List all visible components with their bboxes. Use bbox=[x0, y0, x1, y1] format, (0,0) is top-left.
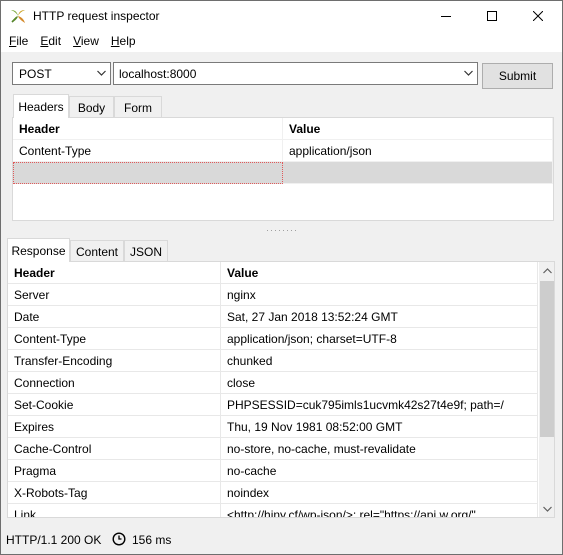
header-value-cell: chunked bbox=[221, 350, 538, 372]
header-value-cell: noindex bbox=[221, 482, 538, 504]
minimize-button[interactable] bbox=[423, 1, 469, 31]
header-name-cell: Expires bbox=[8, 416, 221, 438]
header-value-cell: PHPSESSID=cuk795imls1ucvmk42s27t4e9f; pa… bbox=[221, 394, 538, 416]
window-title: HTTP request inspector bbox=[33, 9, 160, 23]
table-row[interactable]: Transfer-Encoding chunked bbox=[8, 350, 538, 372]
column-header-header[interactable]: Header bbox=[8, 262, 221, 284]
maximize-icon bbox=[487, 11, 497, 21]
title-bar[interactable]: HTTP request inspector bbox=[1, 1, 562, 31]
header-value-cell: no-cache bbox=[221, 460, 538, 482]
header-name-cell: X-Robots-Tag bbox=[8, 482, 221, 504]
close-icon bbox=[533, 11, 543, 21]
menu-view[interactable]: View bbox=[67, 31, 105, 52]
header-name-cell[interactable] bbox=[13, 162, 283, 184]
splitter-handle[interactable] bbox=[266, 229, 298, 233]
url-value: localhost:8000 bbox=[119, 67, 197, 81]
chevron-up-icon bbox=[542, 267, 552, 273]
table-row[interactable]: Date Sat, 27 Jan 2018 13:52:24 GMT bbox=[8, 306, 538, 328]
tab-content[interactable]: Content bbox=[70, 240, 124, 262]
tab-json[interactable]: JSON bbox=[124, 240, 168, 262]
header-name-cell: Server bbox=[8, 284, 221, 306]
header-value-cell: no-store, no-cache, must-revalidate bbox=[221, 438, 538, 460]
table-header-row: Header Value bbox=[8, 262, 538, 284]
header-value-cell: nginx bbox=[221, 284, 538, 306]
header-name-cell: Pragma bbox=[8, 460, 221, 482]
elapsed-time: 156 ms bbox=[132, 533, 172, 547]
status-bar: HTTP/1.1 200 OK 156 ms bbox=[1, 528, 562, 554]
chevron-down-icon bbox=[97, 70, 106, 76]
header-name-cell: Transfer-Encoding bbox=[8, 350, 221, 372]
minimize-icon bbox=[441, 16, 451, 17]
method-select[interactable]: POST bbox=[12, 62, 111, 85]
vertical-scrollbar[interactable] bbox=[539, 262, 554, 517]
menu-help[interactable]: Help bbox=[105, 31, 142, 52]
url-input[interactable]: localhost:8000 bbox=[113, 62, 478, 85]
header-name-cell: Link bbox=[8, 504, 221, 517]
table-row-new[interactable] bbox=[13, 162, 553, 184]
table-row[interactable]: Server nginx bbox=[8, 284, 538, 306]
maximize-button[interactable] bbox=[469, 1, 515, 31]
header-value-cell: Thu, 19 Nov 1981 08:52:00 GMT bbox=[221, 416, 538, 438]
table-row[interactable]: Expires Thu, 19 Nov 1981 08:52:00 GMT bbox=[8, 416, 538, 438]
table-row[interactable]: Link <http://hiny.cf/wp-json/>; rel="htt… bbox=[8, 504, 538, 517]
scroll-down-button[interactable] bbox=[539, 500, 554, 517]
menu-bar: File Edit View Help bbox=[1, 31, 562, 52]
column-header-value[interactable]: Value bbox=[283, 118, 553, 140]
header-value-cell[interactable] bbox=[283, 162, 553, 184]
tab-response[interactable]: Response bbox=[7, 238, 70, 262]
header-value-cell: close bbox=[221, 372, 538, 394]
header-name-cell[interactable]: Content-Type bbox=[13, 140, 283, 162]
tab-form[interactable]: Form bbox=[114, 96, 162, 118]
header-name-cell: Cache-Control bbox=[8, 438, 221, 460]
column-header-value[interactable]: Value bbox=[221, 262, 538, 284]
close-button[interactable] bbox=[515, 1, 561, 31]
header-value-cell: Sat, 27 Jan 2018 13:52:24 GMT bbox=[221, 306, 538, 328]
header-value-cell[interactable]: application/json bbox=[283, 140, 553, 162]
app-icon bbox=[11, 10, 25, 23]
table-row[interactable]: X-Robots-Tag noindex bbox=[8, 482, 538, 504]
app-window: HTTP request inspector File Edit View He… bbox=[0, 0, 563, 555]
header-value-cell: <http://hiny.cf/wp-json/>; rel="https://… bbox=[221, 504, 538, 517]
submit-button[interactable]: Submit bbox=[482, 63, 553, 89]
header-value-cell: application/json; charset=UTF-8 bbox=[221, 328, 538, 350]
header-name-cell: Set-Cookie bbox=[8, 394, 221, 416]
table-header-row: Header Value bbox=[13, 118, 553, 140]
menu-edit[interactable]: Edit bbox=[34, 31, 67, 52]
table-row[interactable]: Pragma no-cache bbox=[8, 460, 538, 482]
column-header-header[interactable]: Header bbox=[13, 118, 283, 140]
header-name-cell: Date bbox=[8, 306, 221, 328]
tab-headers[interactable]: Headers bbox=[13, 94, 69, 118]
menu-file[interactable]: File bbox=[3, 31, 34, 52]
chevron-down-icon bbox=[542, 506, 552, 512]
request-headers-table: Header Value Content-Type application/js… bbox=[13, 118, 553, 220]
chevron-down-icon bbox=[464, 70, 473, 76]
table-row[interactable]: Content-Type application/json; charset=U… bbox=[8, 328, 538, 350]
table-row[interactable]: Content-Type application/json bbox=[13, 140, 553, 162]
table-row[interactable]: Cache-Control no-store, no-cache, must-r… bbox=[8, 438, 538, 460]
status-text: HTTP/1.1 200 OK bbox=[6, 533, 102, 547]
header-name-cell: Connection bbox=[8, 372, 221, 394]
tab-body[interactable]: Body bbox=[69, 96, 114, 118]
table-row[interactable]: Set-Cookie PHPSESSID=cuk795imls1ucvmk42s… bbox=[8, 394, 538, 416]
clock-icon bbox=[112, 532, 126, 546]
header-name-cell: Content-Type bbox=[8, 328, 221, 350]
table-row[interactable]: Connection close bbox=[8, 372, 538, 394]
scroll-up-button[interactable] bbox=[539, 262, 554, 279]
method-value: POST bbox=[19, 67, 52, 81]
scroll-thumb[interactable] bbox=[540, 281, 554, 437]
request-headers-panel: Header Value Content-Type application/js… bbox=[12, 117, 554, 221]
response-headers-table: Header Value Server nginx Date Sat, 27 J… bbox=[7, 261, 555, 518]
